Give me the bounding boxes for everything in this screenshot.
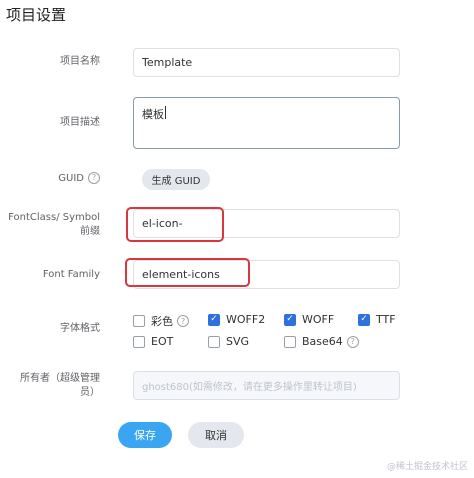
owner-label: 所有者（超级管理员）	[20, 373, 100, 398]
checkbox-svg[interactable]: SVG	[208, 335, 249, 348]
checkbox-color[interactable]: 彩色 ?	[133, 313, 189, 329]
font-class-label: FontClass/ Symbol 前缀	[8, 212, 100, 237]
help-icon[interactable]: ?	[346, 335, 359, 348]
checkbox-box[interactable]	[284, 335, 296, 348]
checkbox-box-checked[interactable]: ✓	[358, 313, 370, 326]
checkbox-base64[interactable]: Base64 ?	[284, 335, 359, 348]
project-name-input[interactable]: Template	[133, 48, 400, 77]
checkbox-label: 彩色	[151, 315, 173, 328]
checkbox-label: SVG	[226, 335, 250, 348]
project-description-textarea[interactable]: 模板	[133, 97, 400, 149]
watermark: @稀土掘金技术社区	[386, 462, 468, 472]
generate-guid-button[interactable]: 生成 GUID	[142, 169, 210, 190]
checkbox-box-checked[interactable]: ✓	[208, 313, 220, 326]
font-family-label: Font Family	[42, 269, 100, 280]
check-icon: ✓	[210, 314, 218, 324]
check-icon: ✓	[360, 314, 368, 324]
checkbox-ttf[interactable]: ✓ TTF	[358, 313, 396, 326]
checkbox-label: WOFF2	[226, 313, 266, 326]
project-name-label: 项目名称	[60, 56, 100, 67]
guid-label: GUID?	[58, 172, 100, 186]
owner-input-disabled: ghost680(如需修改，请在更多操作里转让项目)	[133, 371, 400, 400]
checkbox-label: EOT	[151, 335, 174, 348]
text-caret	[165, 106, 166, 119]
project-description-label: 项目描述	[60, 117, 100, 128]
checkbox-label: WOFF	[302, 313, 335, 326]
guid-label-text: GUID	[58, 173, 84, 184]
checkbox-eot[interactable]: EOT	[133, 335, 173, 348]
checkbox-box-checked[interactable]: ✓	[284, 313, 296, 326]
checkbox-box[interactable]	[133, 315, 145, 327]
checkbox-woff2[interactable]: ✓ WOFF2	[208, 313, 265, 326]
project-description-text: 模板	[142, 108, 164, 121]
page-title: 项目设置	[6, 6, 67, 24]
checkbox-label: TTF	[376, 313, 396, 326]
checkbox-label: Base64	[302, 335, 343, 348]
font-class-highlight	[126, 207, 224, 242]
checkbox-woff[interactable]: ✓ WOFF	[284, 313, 334, 326]
help-icon[interactable]: ?	[88, 172, 100, 184]
checkbox-box[interactable]	[208, 335, 220, 348]
font-family-highlight	[125, 258, 250, 287]
font-format-label: 字体格式	[60, 323, 100, 334]
save-button[interactable]: 保存	[118, 422, 172, 448]
help-icon[interactable]: ?	[177, 315, 189, 327]
checkbox-box[interactable]	[133, 335, 145, 348]
cancel-button[interactable]: 取消	[188, 422, 244, 448]
check-icon: ✓	[286, 314, 294, 324]
